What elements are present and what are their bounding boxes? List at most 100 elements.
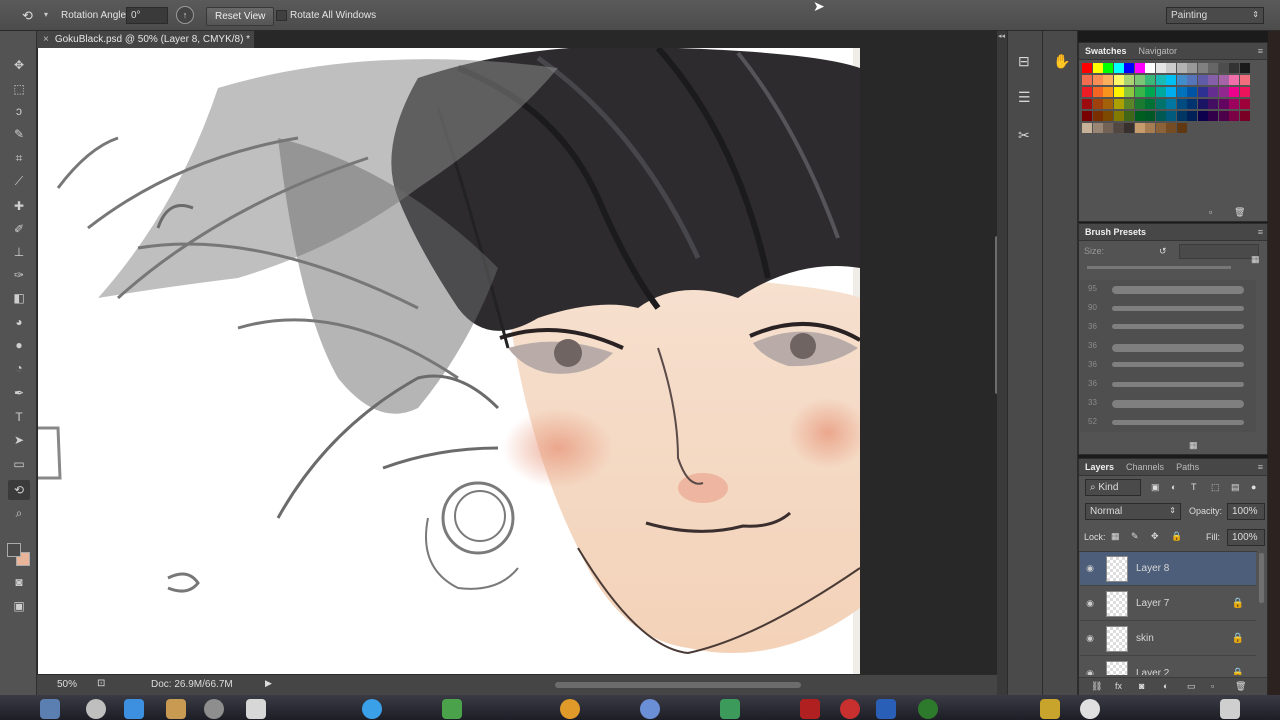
tool-preset-dropdown-icon[interactable]: ▾: [44, 10, 48, 19]
brush-preset-item[interactable]: 36: [1080, 375, 1256, 394]
color-swatch[interactable]: [1134, 75, 1145, 85]
panel-menu-icon[interactable]: ≡: [1258, 227, 1263, 237]
finder-dock-icon[interactable]: [40, 699, 60, 719]
lasso-tool-icon[interactable]: ↄ: [8, 101, 30, 121]
foreground-color-swatch[interactable]: [7, 543, 21, 557]
color-swatch[interactable]: [1197, 111, 1208, 121]
color-swatch[interactable]: [1239, 99, 1250, 109]
color-swatch[interactable]: [1103, 75, 1113, 85]
link-layers-icon[interactable]: ⛓: [1091, 681, 1102, 692]
zoom-tool-icon[interactable]: ⌕: [8, 503, 30, 523]
color-swatch[interactable]: [1145, 75, 1155, 85]
color-swatch[interactable]: [1197, 75, 1208, 85]
quick-select-tool-icon[interactable]: ✎: [8, 124, 30, 144]
color-swatch[interactable]: [1208, 75, 1218, 85]
lock-transparency-icon[interactable]: ▦: [1111, 531, 1120, 542]
layer-name[interactable]: skin: [1136, 633, 1154, 644]
color-swatch[interactable]: [1082, 87, 1092, 97]
color-swatch[interactable]: [1145, 111, 1155, 121]
color-swatch[interactable]: [1092, 75, 1103, 85]
rotation-dial-icon[interactable]: ↑: [176, 6, 194, 24]
layer-list-scrollbar[interactable]: [1259, 553, 1264, 603]
color-swatch[interactable]: [1082, 99, 1092, 109]
opacity-input[interactable]: 100%: [1227, 503, 1265, 520]
color-swatch[interactable]: [1155, 99, 1166, 109]
brush-preset-item[interactable]: 33: [1080, 394, 1256, 413]
color-swatch[interactable]: [1092, 99, 1103, 109]
paint-bucket-tool-icon[interactable]: ◕: [8, 312, 30, 332]
color-swatch[interactable]: [1197, 87, 1208, 97]
filter-pixel-icon[interactable]: ▣: [1151, 482, 1160, 493]
color-swatch[interactable]: [1197, 99, 1208, 109]
numbers-dock-icon[interactable]: [720, 699, 740, 719]
color-swatch[interactable]: [1208, 111, 1218, 121]
color-swatch[interactable]: [1229, 99, 1239, 109]
color-swatch[interactable]: [1124, 87, 1134, 97]
color-swatch[interactable]: [1187, 87, 1197, 97]
filter-toggle-icon[interactable]: ●: [1251, 482, 1256, 492]
lock-position-icon[interactable]: ✥: [1151, 531, 1159, 542]
layer-name[interactable]: Layer 8: [1136, 563, 1169, 574]
swatch-grid[interactable]: [1080, 61, 1250, 145]
dodge-tool-icon[interactable]: ◔: [8, 358, 30, 378]
color-swatch[interactable]: [1124, 75, 1134, 85]
color-swatch[interactable]: [1092, 87, 1103, 97]
downloads-dock-icon[interactable]: [1080, 699, 1100, 719]
color-swatch[interactable]: [1155, 87, 1166, 97]
blend-mode-select[interactable]: Normal ⇕: [1085, 503, 1181, 520]
status-export-icon[interactable]: ⊡: [97, 678, 105, 689]
color-swatch[interactable]: [1113, 87, 1124, 97]
blur-tool-icon[interactable]: ●: [8, 335, 30, 355]
quick-mask-icon[interactable]: ◙: [8, 572, 30, 592]
layer-row[interactable]: ◉ Layer 2 🔒: [1080, 657, 1256, 675]
delete-swatch-icon[interactable]: 🗑: [1234, 207, 1245, 218]
brush-preset-item[interactable]: 52: [1080, 413, 1256, 432]
color-swatch[interactable]: [1166, 63, 1176, 73]
color-swatch[interactable]: [1145, 99, 1155, 109]
rotation-angle-input[interactable]: 0°: [126, 7, 168, 24]
color-swatch[interactable]: [1113, 63, 1124, 73]
color-swatch[interactable]: [1103, 63, 1113, 73]
rotate-all-windows-checkbox[interactable]: [276, 10, 287, 21]
photoshop-dock-icon[interactable]: [876, 699, 896, 719]
color-swatch[interactable]: [1166, 87, 1176, 97]
brush-new-icon[interactable]: ▦: [1189, 440, 1198, 451]
color-swatch[interactable]: [1082, 123, 1092, 133]
brush-preset-item[interactable]: 95: [1080, 280, 1256, 299]
screen-mode-icon[interactable]: ▣: [8, 596, 30, 616]
brush-size-input[interactable]: [1179, 244, 1259, 259]
lock-all-icon[interactable]: 🔒: [1171, 531, 1182, 542]
tool-presets-icon[interactable]: ✂: [1018, 127, 1030, 144]
color-swatch[interactable]: [1229, 87, 1239, 97]
document-tab[interactable]: × GokuBlack.psd @ 50% (Layer 8, CMYK/8) …: [37, 31, 255, 48]
color-swatch[interactable]: [1134, 87, 1145, 97]
new-swatch-icon[interactable]: ▫: [1209, 207, 1212, 217]
color-swatch[interactable]: [1103, 123, 1113, 133]
color-swatch[interactable]: [1239, 63, 1250, 73]
color-swatch[interactable]: [1124, 123, 1134, 133]
color-swatch[interactable]: [1092, 123, 1103, 133]
reset-size-icon[interactable]: ↺: [1159, 246, 1167, 257]
system-prefs-dock-icon[interactable]: [204, 699, 224, 719]
color-swatch[interactable]: [1166, 111, 1176, 121]
zoom-level[interactable]: 50%: [57, 679, 77, 690]
color-swatch[interactable]: [1103, 111, 1113, 121]
fill-input[interactable]: 100%: [1227, 529, 1265, 546]
color-swatch[interactable]: [1187, 63, 1197, 73]
color-swatch[interactable]: [1208, 63, 1218, 73]
color-swatch[interactable]: [1124, 111, 1134, 121]
color-swatch[interactable]: [1239, 87, 1250, 97]
color-swatch[interactable]: [1155, 123, 1166, 133]
canvas-artwork[interactable]: [38, 48, 860, 674]
color-swatch[interactable]: [1176, 99, 1187, 109]
filter-adjustment-icon[interactable]: ◐: [1171, 482, 1176, 492]
brush-preset-item[interactable]: 90: [1080, 299, 1256, 318]
messages-dock-icon[interactable]: [442, 699, 462, 719]
color-swatch[interactable]: [1134, 111, 1145, 121]
rotate-view-tool-icon[interactable]: ⟲: [22, 8, 33, 24]
mail-dock-icon[interactable]: [840, 699, 860, 719]
calendar-dock-icon[interactable]: [246, 699, 266, 719]
history-panel-icon[interactable]: ⊟: [1018, 53, 1030, 70]
adjustment-layer-icon[interactable]: ◐: [1163, 681, 1168, 691]
color-swatch[interactable]: [1218, 75, 1229, 85]
